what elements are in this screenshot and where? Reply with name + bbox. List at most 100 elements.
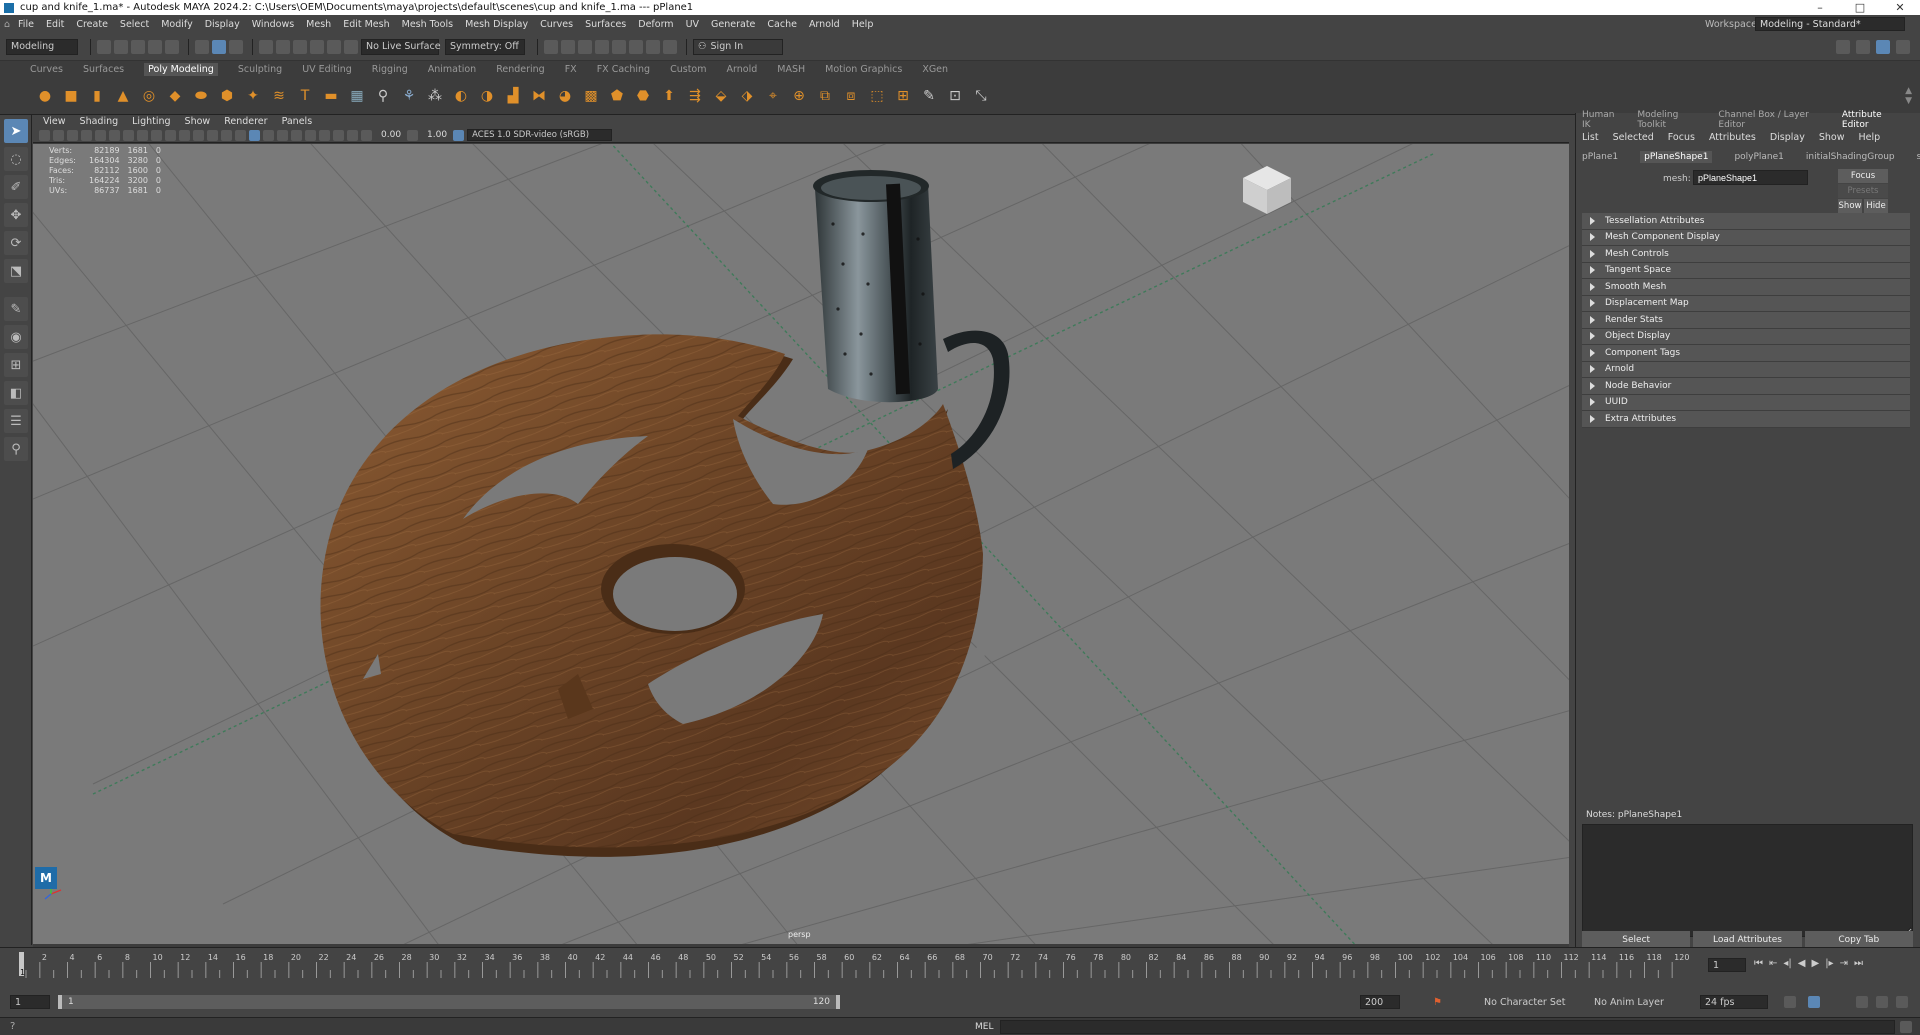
isolate-select-icon[interactable]	[319, 129, 330, 141]
paint-icon[interactable]: ✎	[918, 85, 940, 107]
section-mesh-controls[interactable]: Mesh Controls	[1582, 246, 1910, 263]
minimize-button[interactable]: –	[1800, 0, 1840, 15]
resolution-gate-icon[interactable]	[151, 129, 162, 141]
menu-edit-mesh[interactable]: Edit Mesh	[343, 19, 389, 30]
poly-plane-icon[interactable]: ◆	[164, 85, 186, 107]
poly-torus-icon[interactable]: ◎	[138, 85, 160, 107]
start-time-field[interactable]: 1	[10, 995, 50, 1009]
gamma-value[interactable]: 1.00	[427, 130, 447, 140]
character-menu-icon[interactable]	[1896, 996, 1908, 1008]
section-tessellation-attributes[interactable]: Tessellation Attributes	[1582, 213, 1910, 230]
symmetry-dropdown[interactable]: Symmetry: Off	[445, 38, 525, 55]
section-displacement-map[interactable]: Displacement Map	[1582, 295, 1910, 312]
shelf-tab-surfaces[interactable]: Surfaces	[83, 64, 124, 75]
attribute-editor-toggle-icon[interactable]	[1876, 39, 1890, 54]
loop-icon[interactable]	[1784, 996, 1796, 1008]
hide-button[interactable]: Hide	[1864, 199, 1888, 213]
menu-arnold[interactable]: Arnold	[809, 19, 840, 30]
mirror-icon[interactable]: ⧓	[528, 85, 550, 107]
shelf-tab-mash[interactable]: MASH	[777, 64, 805, 75]
menu-mesh[interactable]: Mesh	[306, 19, 331, 30]
menu-help[interactable]: Help	[852, 19, 874, 30]
select-component-icon[interactable]	[229, 39, 243, 54]
menu-modify[interactable]: Modify	[161, 19, 192, 30]
tool-settings-icon[interactable]	[1896, 39, 1910, 54]
menu-select[interactable]: Select	[120, 19, 149, 30]
shelf-scroll-icon[interactable]: ▲ ▼	[1905, 86, 1912, 106]
redo-icon[interactable]	[165, 39, 179, 54]
shelf-tab-sculpting[interactable]: Sculpting	[238, 64, 282, 75]
snap-view-plane-icon[interactable]	[310, 39, 324, 54]
smooth-shade-icon[interactable]	[235, 129, 246, 141]
shelf-tab-xgen[interactable]: XGen	[922, 64, 948, 75]
field-chart-icon[interactable]	[179, 129, 190, 141]
command-input[interactable]	[1000, 1019, 1895, 1034]
select-object-icon[interactable]	[212, 39, 226, 54]
range-end-handle[interactable]	[836, 995, 840, 1009]
last-tool-icon[interactable]: ✎	[4, 297, 28, 321]
script-editor-icon[interactable]	[1900, 1020, 1912, 1033]
shelf-tab-fx[interactable]: FX	[565, 64, 577, 75]
section-object-display[interactable]: Object Display	[1582, 328, 1910, 345]
step-back-key-icon[interactable]: ⇤	[1769, 958, 1777, 969]
bookmark-icon[interactable]	[67, 129, 78, 141]
view-transform-dropdown[interactable]: ACES 1.0 SDR-video (sRGB)	[467, 129, 613, 141]
motion-blur-icon[interactable]	[305, 129, 316, 141]
xray-icon[interactable]	[333, 129, 344, 141]
shelf-tab-rendering[interactable]: Rendering	[496, 64, 545, 75]
fill-hole-icon[interactable]: ⬣	[632, 85, 654, 107]
circularize-icon[interactable]: ⊞	[892, 85, 914, 107]
mesh-name-field[interactable]	[1693, 170, 1808, 185]
maximize-button[interactable]: □	[1840, 0, 1880, 15]
super-shape-icon[interactable]: ✦	[242, 85, 264, 107]
sweep-mesh-icon[interactable]: ≋	[268, 85, 290, 107]
menu-mesh-tools[interactable]: Mesh Tools	[402, 19, 453, 30]
menu-windows[interactable]: Windows	[252, 19, 294, 30]
shelf-tab-arnold[interactable]: Arnold	[727, 64, 758, 75]
render-settings-icon[interactable]	[595, 39, 609, 54]
ambient-occlusion-icon[interactable]	[291, 129, 302, 141]
show-button[interactable]: Show	[1838, 199, 1862, 213]
persp-graph-layout-icon[interactable]: ◧	[4, 381, 28, 405]
shelf-tab-fx-caching[interactable]: FX Caching	[597, 64, 650, 75]
menu-file[interactable]: File	[18, 19, 34, 30]
grid-toggle-icon[interactable]	[123, 129, 134, 141]
node-tab-standard[interactable]: standa	[1917, 152, 1920, 162]
image-plane-icon[interactable]	[81, 129, 92, 141]
poly-grid-icon[interactable]: ▦	[346, 85, 368, 107]
uv-editor-icon[interactable]: ⊡	[944, 85, 966, 107]
shelf-tab-custom[interactable]: Custom	[670, 64, 706, 75]
character-set-dropdown[interactable]: No Character Set	[1480, 995, 1585, 1009]
end-time-field[interactable]: 200	[1360, 995, 1400, 1009]
menu-uv[interactable]: UV	[686, 19, 699, 30]
type-tool-icon[interactable]: T	[294, 85, 316, 107]
textured-icon[interactable]	[249, 129, 260, 141]
combine-icon[interactable]: ⚲	[372, 85, 394, 107]
toggle-sidebar-icon[interactable]	[1836, 39, 1850, 54]
shelf-tab-rigging[interactable]: Rigging	[372, 64, 408, 75]
move-tool-icon[interactable]: ✥	[4, 203, 28, 227]
hypershade-icon[interactable]	[612, 39, 626, 54]
gate-mask-icon[interactable]	[165, 129, 176, 141]
presets-button[interactable]: Presets	[1838, 184, 1888, 198]
outliner-layout-icon[interactable]: ☰	[4, 409, 28, 433]
exposure-icon[interactable]	[361, 129, 372, 141]
offset-edge-loop-icon[interactable]: ⬚	[866, 85, 888, 107]
menu-create[interactable]: Create	[76, 19, 108, 30]
reduce-icon[interactable]: ◕	[554, 85, 576, 107]
ae-menu-focus[interactable]: Focus	[1668, 132, 1695, 143]
bevel-icon[interactable]: ⬙	[710, 85, 732, 107]
camera-select-icon[interactable]	[39, 129, 50, 141]
tab-attribute-editor[interactable]: Attribute Editor	[1842, 110, 1904, 130]
grease-pencil-icon[interactable]	[109, 129, 120, 141]
shelf-tab-curves[interactable]: Curves	[30, 64, 63, 75]
vp-menu-view[interactable]: View	[43, 116, 66, 127]
ae-menu-selected[interactable]: Selected	[1613, 132, 1654, 143]
svg-tool-icon[interactable]: ▬	[320, 85, 342, 107]
paint-select-tool-icon[interactable]: ✐	[4, 175, 28, 199]
anim-layer-dropdown[interactable]: No Anim Layer	[1590, 995, 1680, 1009]
poly-cylinder-icon[interactable]: ▮	[86, 85, 108, 107]
save-scene-icon[interactable]	[131, 39, 145, 54]
step-forward-frame-icon[interactable]: |▸	[1825, 958, 1833, 969]
extract-icon[interactable]: ▟	[502, 85, 524, 107]
